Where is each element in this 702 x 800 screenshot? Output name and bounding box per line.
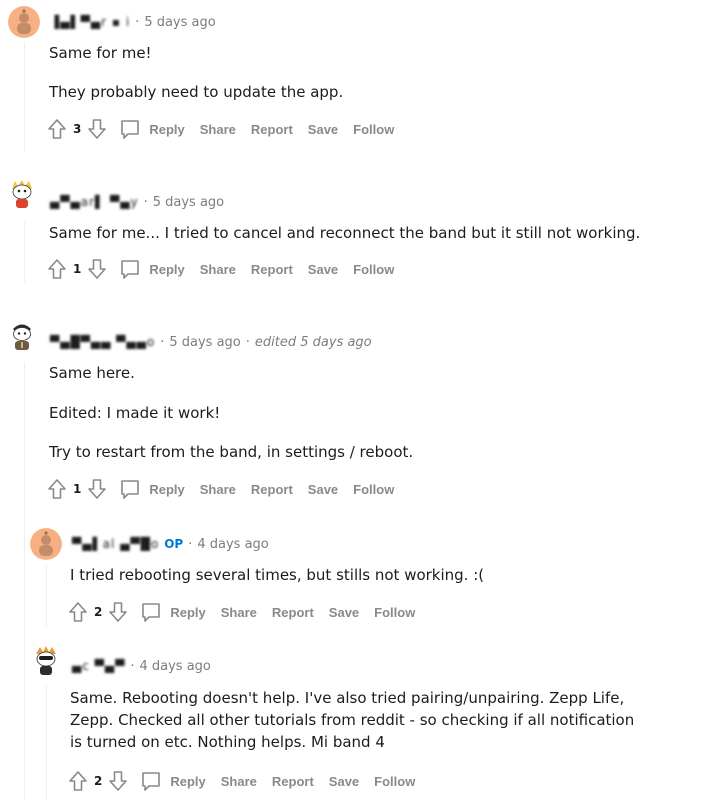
timestamp[interactable]: 5 days ago — [153, 195, 224, 210]
reply-button[interactable]: Reply — [149, 262, 184, 277]
comment: ▐▄▌▀▄r ▪ i · 5 days ago Same for me! The… — [0, 0, 702, 160]
downvote-arrow-icon[interactable] — [87, 118, 107, 140]
timestamp[interactable]: 5 days ago — [144, 15, 215, 30]
upvote-arrow-icon[interactable] — [68, 770, 88, 792]
downvote-arrow-icon[interactable] — [87, 258, 107, 280]
vote-score: 2 — [94, 774, 103, 788]
comment-body: Same. Rebooting doesn't help. I've also … — [70, 687, 650, 753]
avatar[interactable] — [30, 644, 62, 676]
separator: · — [135, 14, 140, 30]
downvote-arrow-icon[interactable] — [108, 601, 128, 623]
comment-bubble-icon[interactable] — [119, 258, 141, 280]
report-button[interactable]: Report — [272, 774, 314, 789]
comment-text: Same. Rebooting doesn't help. I've also … — [70, 689, 635, 751]
comment-text: Same here. — [49, 364, 135, 382]
avatar[interactable] — [8, 6, 40, 38]
vote-score: 1 — [73, 482, 82, 496]
vote-score: 1 — [73, 262, 82, 276]
comment-text: Same for me... I tried to cancel and rec… — [49, 224, 641, 242]
comment-bubble-icon[interactable] — [119, 118, 141, 140]
username[interactable]: ▀▄█▀▄▄ ▀▄▄o — [50, 335, 155, 349]
report-button[interactable]: Report — [251, 262, 293, 277]
comment: ▄▀▄ar▌ ▀▄y · 5 days ago Same for me... I… — [0, 170, 702, 290]
username[interactable]: ▀▄▌al ▄▀█o — [72, 537, 159, 551]
save-button[interactable]: Save — [308, 482, 338, 497]
follow-button[interactable]: Follow — [353, 482, 394, 497]
save-button[interactable]: Save — [329, 605, 359, 620]
comment-body: I tried rebooting several times, but sti… — [70, 565, 484, 585]
reply-button[interactable]: Reply — [170, 774, 205, 789]
upvote-arrow-icon[interactable] — [47, 258, 67, 280]
reply-button[interactable]: Reply — [149, 122, 184, 137]
vote-score: 3 — [73, 122, 82, 136]
separator: · — [130, 658, 135, 674]
action-bar: 1 Reply Share Report Save Follow — [47, 257, 394, 281]
follow-button[interactable]: Follow — [374, 605, 415, 620]
timestamp[interactable]: 4 days ago — [197, 537, 268, 552]
reply-button[interactable]: Reply — [170, 605, 205, 620]
timestamp[interactable]: 4 days ago — [139, 659, 210, 674]
username[interactable]: ▐▄▌▀▄r ▪ i — [50, 15, 130, 29]
comment-body: Same for me! They probably need to updat… — [49, 43, 343, 102]
report-button[interactable]: Report — [251, 482, 293, 497]
upvote-arrow-icon[interactable] — [68, 601, 88, 623]
comment-text: Edited: I made it work! — [49, 404, 221, 422]
share-button[interactable]: Share — [200, 482, 236, 497]
follow-button[interactable]: Follow — [353, 262, 394, 277]
downvote-arrow-icon[interactable] — [87, 478, 107, 500]
action-bar: 1 Reply Share Report Save Follow — [47, 477, 394, 501]
avatar[interactable] — [6, 177, 38, 209]
comment-bubble-icon[interactable] — [140, 601, 162, 623]
edited-label: edited 5 days ago — [254, 334, 372, 350]
comment-reply: ▄c ▀▄▀ · 4 days ago Same. Rebooting does… — [0, 640, 702, 800]
comment-meta: ▄▀▄ar▌ ▀▄y · 5 days ago — [50, 192, 224, 212]
comment-meta: ▐▄▌▀▄r ▪ i · 5 days ago — [50, 12, 216, 32]
share-button[interactable]: Share — [221, 774, 257, 789]
follow-button[interactable]: Follow — [374, 774, 415, 789]
upvote-arrow-icon[interactable] — [47, 118, 67, 140]
separator: · — [160, 334, 165, 350]
separator: · — [143, 194, 148, 210]
comment-body: Same for me... I tried to cancel and rec… — [49, 223, 640, 243]
action-bar: 2 Reply Share Report Save Follow — [68, 769, 415, 793]
vote-score: 2 — [94, 605, 103, 619]
save-button[interactable]: Save — [308, 262, 338, 277]
comment-reply: ▀▄▌al ▄▀█o OP · 4 days ago I tried reboo… — [0, 520, 702, 630]
avatar[interactable] — [6, 319, 38, 351]
comment-body: Same here. Edited: I made it work! Try t… — [49, 363, 413, 462]
avatar[interactable] — [30, 528, 62, 560]
follow-button[interactable]: Follow — [353, 122, 394, 137]
share-button[interactable]: Share — [221, 605, 257, 620]
username[interactable]: ▄c ▀▄▀ — [72, 659, 125, 673]
share-button[interactable]: Share — [200, 122, 236, 137]
comment-meta: ▀▄▌al ▄▀█o OP · 4 days ago — [72, 534, 269, 554]
reply-button[interactable]: Reply — [149, 482, 184, 497]
report-button[interactable]: Report — [251, 122, 293, 137]
separator: · — [188, 536, 193, 552]
comment-bubble-icon[interactable] — [119, 478, 141, 500]
save-button[interactable]: Save — [308, 122, 338, 137]
separator: · — [245, 334, 250, 350]
downvote-arrow-icon[interactable] — [108, 770, 128, 792]
timestamp[interactable]: 5 days ago — [169, 335, 240, 350]
comment-thread: ▐▄▌▀▄r ▪ i · 5 days ago Same for me! The… — [0, 0, 702, 800]
action-bar: 3 Reply Share Report Save Follow — [47, 117, 394, 141]
upvote-arrow-icon[interactable] — [47, 478, 67, 500]
comment-bubble-icon[interactable] — [140, 770, 162, 792]
comment-meta: ▀▄█▀▄▄ ▀▄▄o · 5 days ago · edited 5 days… — [50, 332, 372, 352]
username[interactable]: ▄▀▄ar▌ ▀▄y — [50, 195, 139, 209]
comment-text: Same for me! — [49, 44, 152, 62]
comment-text: I tried rebooting several times, but sti… — [70, 566, 485, 584]
comment-text: Try to restart from the band, in setting… — [49, 443, 414, 461]
comment-meta: ▄c ▀▄▀ · 4 days ago — [72, 656, 211, 676]
action-bar: 2 Reply Share Report Save Follow — [68, 600, 415, 624]
comment: ▀▄█▀▄▄ ▀▄▄o · 5 days ago · edited 5 days… — [0, 310, 702, 510]
share-button[interactable]: Share — [200, 262, 236, 277]
report-button[interactable]: Report — [272, 605, 314, 620]
op-badge: OP — [164, 537, 184, 551]
comment-text: They probably need to update the app. — [49, 83, 344, 101]
save-button[interactable]: Save — [329, 774, 359, 789]
